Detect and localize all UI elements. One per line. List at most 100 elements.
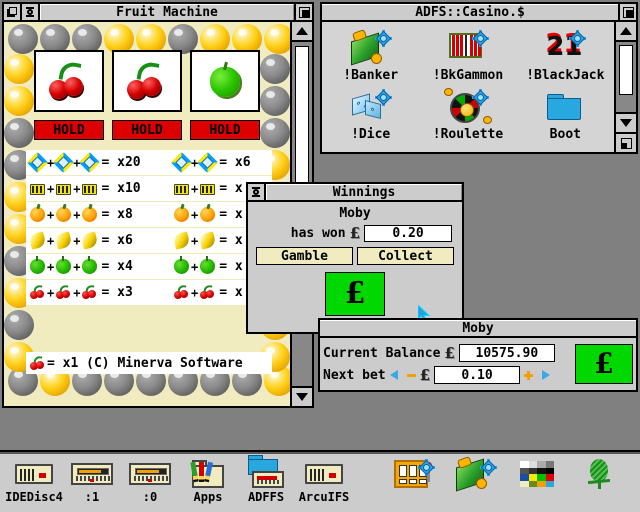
plus-sign: + (47, 259, 55, 274)
winnings-titlebar[interactable]: Winnings (248, 184, 462, 202)
apple-symbol-icon (82, 256, 98, 274)
orange-symbol-icon (174, 207, 189, 222)
player-name: Moby (339, 206, 371, 221)
icon-bar-item-fruit-machine[interactable] (388, 458, 440, 490)
file-item-banker[interactable]: !Banker (322, 26, 419, 85)
toggle-size-icon[interactable] (294, 4, 312, 20)
file-label: !Roulette (432, 127, 504, 142)
icon-bar-label: ArcuIFS (298, 490, 350, 504)
bulb-off (4, 118, 34, 148)
plus-sign: + (191, 285, 199, 300)
palette-icon (516, 458, 560, 490)
won-amount-field[interactable]: 0.20 (364, 224, 452, 242)
close-icon[interactable] (22, 4, 40, 20)
scroll-well[interactable] (616, 42, 636, 112)
banker-app-icon (349, 29, 393, 67)
moby-titlebar[interactable]: Moby (320, 320, 636, 338)
scroll-up-arrow-icon[interactable] (616, 22, 636, 42)
scroll-thumb[interactable] (619, 45, 633, 95)
banana-symbol-icon (172, 231, 191, 250)
orange-symbol-icon (30, 207, 45, 222)
orange-symbol-icon (82, 207, 98, 222)
acorn-icon (578, 458, 622, 490)
apple-symbol-icon (174, 256, 189, 274)
scroll-down-arrow-icon[interactable] (616, 112, 636, 132)
back-icon[interactable] (4, 4, 22, 20)
paytable-three-of-a-kind: + + = x6 (26, 231, 174, 250)
winnings-dialog[interactable]: Winnings Moby has won £ 0.20 Gamble Coll… (246, 182, 464, 334)
paytable-three-of-a-kind: + + = x10 (26, 181, 174, 196)
icon-bar-item-0[interactable]: :0 (124, 458, 176, 504)
scroll-down-arrow-icon[interactable] (292, 386, 312, 406)
icon-bar-item-acorn[interactable] (574, 458, 626, 490)
gamble-button[interactable]: Gamble (256, 247, 353, 265)
bar-symbol-icon (200, 184, 216, 195)
folder-icon (543, 88, 587, 126)
decrease-bet-arrow-icon[interactable] (389, 368, 403, 382)
reel-3[interactable] (190, 50, 260, 112)
casino-title: ADFS::Casino.$ (322, 4, 618, 20)
orange-symbol-icon (200, 207, 216, 222)
reel-1[interactable] (34, 50, 104, 112)
cherry-symbol-icon (47, 60, 91, 101)
paytable-three-of-a-kind: + + = x8 (26, 207, 174, 222)
plus-icon[interactable] (524, 370, 534, 380)
spin-coin-button[interactable]: £ (575, 344, 633, 384)
casino-directory-window[interactable]: ADFS::Casino.$ !Banker !BkGammon 21 21 !… (320, 2, 638, 154)
file-item-roulette[interactable]: !Roulette (419, 85, 516, 144)
app-badge-icon (569, 30, 587, 47)
adjust-size-icon[interactable] (616, 132, 636, 152)
icon-bar-item-adffs[interactable]: ADFFS (240, 455, 292, 504)
plus-sign: + (73, 233, 81, 248)
bet-field[interactable]: 0.10 (434, 366, 521, 384)
moby-window[interactable]: Moby Current Balance £ 10575.90 Next bet… (318, 318, 638, 392)
hold-button-2[interactable]: HOLD (112, 120, 182, 140)
app-badge-icon (471, 30, 489, 47)
floppy-drive-icon (70, 458, 114, 490)
casino-vertical-scrollbar[interactable] (614, 22, 636, 152)
winnings-title: Winnings (266, 184, 462, 200)
icon-bar-item-1[interactable]: :1 (66, 458, 118, 504)
scroll-up-arrow-icon[interactable] (292, 22, 312, 42)
banana-symbol-icon (54, 231, 73, 250)
banana-symbol-icon (80, 231, 100, 250)
bulb-off (260, 118, 290, 148)
icon-bar-item-apps[interactable]: Apps (182, 458, 234, 504)
fruit-machine-titlebar[interactable]: Fruit Machine (4, 4, 312, 22)
paytable-three-multiplier: = x20 (101, 155, 141, 170)
increase-bet-arrow-icon[interactable] (537, 368, 551, 382)
paytable-two-multiplier: = x (219, 207, 243, 222)
file-item-boot[interactable]: Boot (517, 85, 614, 144)
plus-sign: + (191, 181, 199, 196)
app-badge-icon (374, 30, 392, 47)
icon-bar-item-idedisc4[interactable]: IDEDisc4 (5, 458, 63, 504)
plus-sign: + (73, 207, 81, 222)
icon-bar-item-palette[interactable] (512, 458, 564, 490)
winnings-button-group: Gamble Collect (248, 242, 462, 265)
icon-bar-right-group (388, 456, 626, 492)
icon-bar-item-arcuifs[interactable]: ArcuIFS (298, 458, 350, 504)
toggle-size-icon[interactable] (618, 4, 636, 20)
file-item-blackjack[interactable]: 21 21 !BlackJack (517, 26, 614, 85)
reel-2[interactable] (112, 50, 182, 112)
collect-button[interactable]: Collect (357, 247, 454, 265)
bulb-on (4, 86, 34, 116)
file-item-bkgammon[interactable]: !BkGammon (419, 26, 516, 85)
hold-button-group: HOLD HOLD HOLD (34, 120, 260, 140)
coin-button[interactable]: £ (325, 272, 385, 316)
hold-button-1[interactable]: HOLD (34, 120, 104, 140)
close-icon[interactable] (248, 184, 266, 200)
paytable-three-multiplier: = x3 (101, 285, 133, 300)
paytable-three-multiplier: = x6 (101, 233, 133, 248)
hold-button-3[interactable]: HOLD (190, 120, 260, 140)
casino-titlebar[interactable]: ADFS::Casino.$ (322, 4, 636, 22)
paytable-two-multiplier: = x (219, 259, 243, 274)
file-item-dice[interactable]: !Dice (322, 85, 419, 144)
balance-label: Current Balance (323, 345, 441, 361)
minus-icon[interactable] (406, 373, 416, 377)
moby-body: Current Balance £ 10575.90 Next bet £ 0.… (320, 338, 636, 390)
icon-bar-item-banker[interactable] (450, 456, 502, 492)
cherry-symbol-icon (174, 284, 189, 300)
paytable-two-multiplier: = x (219, 181, 243, 196)
paytable-row: + + = x8 + = x (26, 202, 272, 228)
